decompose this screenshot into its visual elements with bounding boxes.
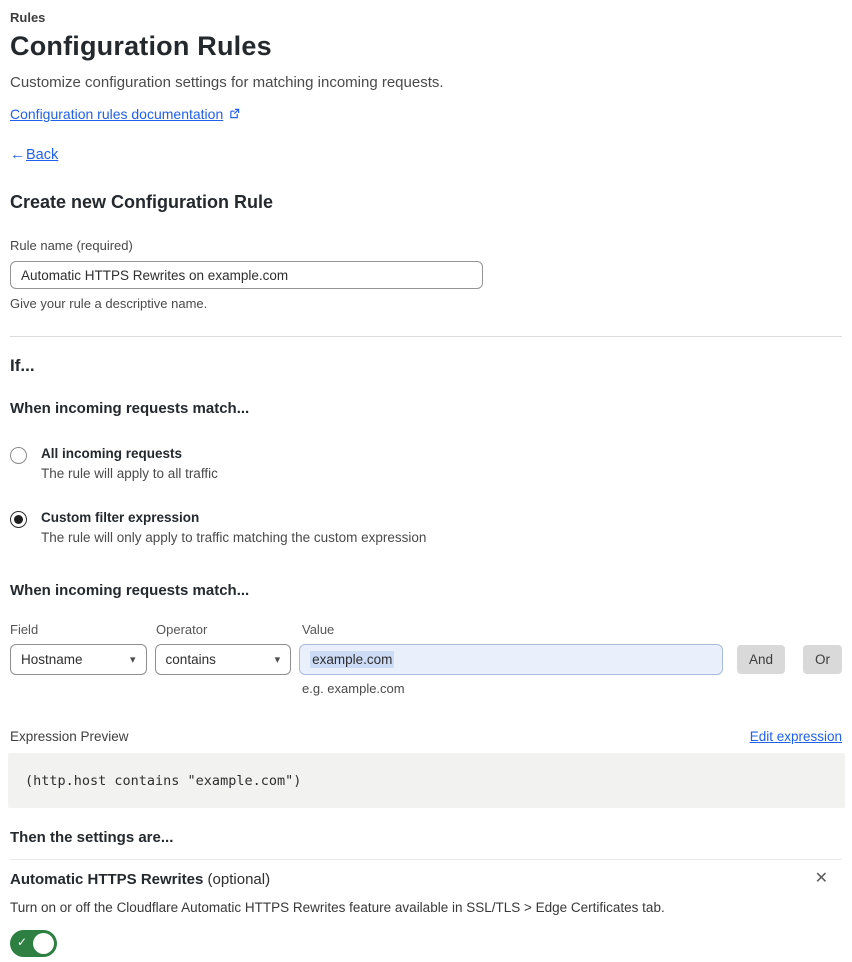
field-select-value: Hostname (21, 652, 83, 667)
page-description: Customize configuration settings for mat… (10, 74, 444, 91)
external-link-icon (229, 106, 240, 122)
expression-preview-label: Expression Preview (10, 729, 129, 744)
back-link[interactable]: Back (26, 147, 58, 163)
setting-optional-label: (optional) (203, 870, 271, 888)
radio-option-all-requests[interactable]: All incoming requests The rule will appl… (10, 446, 842, 481)
radio-description: The rule will only apply to traffic matc… (41, 530, 427, 545)
rule-name-value: Automatic HTTPS Rewrites on example.com (21, 267, 289, 283)
value-input-text: example.com (310, 651, 395, 668)
close-icon[interactable]: ✕ (811, 869, 832, 889)
back-arrow-icon: ← (10, 146, 25, 163)
chevron-down-icon: ▾ (130, 654, 136, 666)
automatic-https-rewrites-toggle[interactable]: ✓ (10, 930, 57, 957)
rule-name-label: Rule name (required) (10, 238, 133, 253)
setting-title: Automatic HTTPS Rewrites (optional) (10, 871, 270, 888)
then-heading: Then the settings are... (10, 829, 174, 846)
setting-divider (10, 859, 842, 860)
value-label: Value (302, 622, 335, 637)
configuration-rules-page: Rules Configuration Rules Customize conf… (0, 0, 852, 962)
builder-heading: When incoming requests match... (10, 582, 250, 599)
match-heading: When incoming requests match... (10, 400, 250, 417)
and-button[interactable]: And (736, 645, 786, 674)
page-title: Configuration Rules (10, 31, 272, 61)
toggle-knob (33, 933, 54, 954)
documentation-link[interactable]: Configuration rules documentation (10, 106, 223, 122)
radio-button[interactable] (10, 511, 27, 528)
edit-expression-link[interactable]: Edit expression (750, 729, 842, 744)
rule-name-input[interactable]: Automatic HTTPS Rewrites on example.com (10, 261, 483, 289)
rule-name-help: Give your rule a descriptive name. (10, 296, 208, 311)
radio-description: The rule will apply to all traffic (41, 466, 218, 481)
value-help-text: e.g. example.com (302, 681, 405, 696)
radio-label[interactable]: Custom filter expression (41, 510, 426, 525)
setting-description: Turn on or off the Cloudflare Automatic … (10, 900, 665, 915)
expression-code-text: (http.host contains "example.com") (25, 772, 302, 789)
field-select[interactable]: Hostname ▾ (10, 644, 147, 675)
radio-button[interactable] (10, 447, 27, 464)
radio-label[interactable]: All incoming requests (41, 446, 218, 461)
operator-select-value: contains (165, 652, 216, 667)
field-label: Field (10, 622, 39, 637)
section-divider (10, 336, 842, 337)
operator-label: Operator (156, 622, 208, 637)
radio-option-custom-filter[interactable]: Custom filter expression The rule will o… (10, 510, 842, 545)
breadcrumb: Rules (10, 10, 46, 25)
operator-select[interactable]: contains ▾ (154, 644, 292, 675)
or-button[interactable]: Or (803, 645, 843, 674)
chevron-down-icon: ▾ (274, 654, 281, 666)
check-icon: ✓ (17, 935, 28, 949)
value-input[interactable]: example.com (299, 644, 723, 675)
create-rule-heading: Create new Configuration Rule (10, 192, 274, 212)
setting-name: Automatic HTTPS Rewrites (10, 870, 204, 888)
expression-preview-code: (http.host contains "example.com") (8, 753, 845, 808)
if-heading: If... (10, 356, 35, 375)
